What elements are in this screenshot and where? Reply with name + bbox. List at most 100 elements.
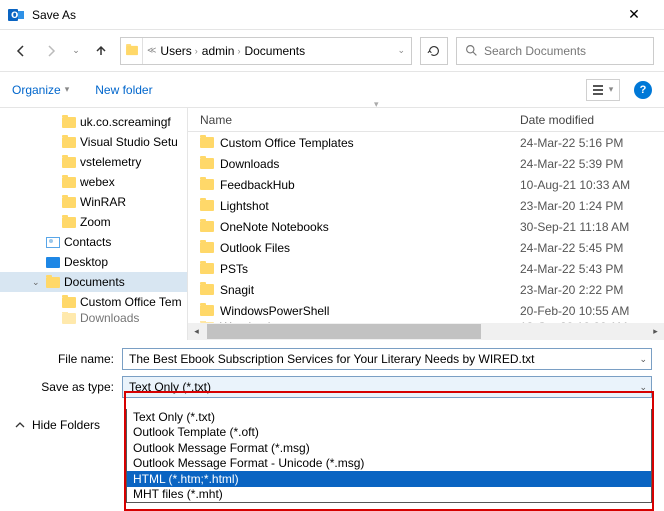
tree-node[interactable]: vstelemetry [0,152,187,172]
file-row[interactable]: Snagit23-Mar-20 2:22 PM [188,279,664,300]
tree-node-label: Desktop [64,255,108,269]
file-name: FeedbackHub [220,178,295,192]
horizontal-scrollbar[interactable]: ◂ ▸ [188,323,664,340]
file-date: 20-Feb-20 10:55 AM [520,304,664,318]
save-type-select[interactable]: Text Only (*.txt) ⌄ [122,376,652,398]
tree-node[interactable]: Custom Office Tem [0,292,187,312]
tree-node-label: Custom Office Tem [80,295,182,309]
folder-icon [46,277,60,288]
address-dropdown-icon[interactable]: ⌄ [391,45,411,56]
tree-node-label: Documents [64,275,125,289]
new-folder-button[interactable]: New folder [95,83,152,97]
breadcrumb-item[interactable]: admin› [202,44,241,58]
file-row[interactable]: Wondershare 13-Oct-20 10:00 AM [188,321,664,323]
folder-icon [121,38,143,64]
folder-icon [62,137,76,148]
save-form: File name: The Best Ebook Subscription S… [0,340,664,410]
tree-node[interactable]: Desktop [0,252,187,272]
chevron-right-icon[interactable]: ≪ [147,45,156,56]
folder-icon [200,179,214,190]
chevron-up-icon [14,419,26,431]
file-row[interactable]: Custom Office Templates24-Mar-22 5:16 PM [188,132,664,153]
up-button[interactable] [90,40,112,62]
tree-node[interactable]: Downloads [0,312,187,324]
file-name: WindowsPowerShell [220,304,329,318]
folder-icon [200,221,214,232]
recent-dropdown-icon[interactable]: ⌄ [70,40,82,62]
folder-icon [62,297,76,308]
folder-icon [62,197,76,208]
tree-node[interactable]: uk.co.screamingf [0,112,187,132]
tree-node[interactable]: WinRAR [0,192,187,212]
dropdown-option[interactable]: MHT files (*.mht) [127,487,651,503]
file-date: 24-Mar-22 5:43 PM [520,262,664,276]
file-row[interactable]: FeedbackHub 10-Aug-21 10:33 AM [188,174,664,195]
file-date: 10-Aug-21 10:33 AM [520,178,664,192]
file-name: Lightshot [220,199,269,213]
refresh-button[interactable] [420,37,448,65]
folder-icon [200,305,214,316]
address-bar[interactable]: ≪ Users› admin› Documents ⌄ [120,37,412,65]
folder-icon [62,117,76,128]
dropdown-option[interactable]: Outlook Message Format - Unicode (*.msg) [127,456,651,472]
tree-node[interactable]: Zoom [0,212,187,232]
file-list: Name Date modified Custom Office Templat… [188,108,664,340]
tree-node[interactable]: Contacts [0,232,187,252]
file-name: Downloads [220,157,279,171]
file-row[interactable]: Downloads 24-Mar-22 5:39 PM [188,153,664,174]
file-row[interactable]: Outlook Files24-Mar-22 5:45 PM [188,237,664,258]
chevron-down-icon[interactable]: ⌄ [639,382,647,393]
file-date: 24-Mar-22 5:39 PM [520,157,664,171]
hide-folders-button[interactable]: Hide Folders [14,418,100,432]
file-name: Custom Office Templates [220,136,354,150]
folder-icon [200,200,214,211]
back-button[interactable] [10,40,32,62]
file-date: 24-Mar-22 5:45 PM [520,241,664,255]
file-name: Snagit [220,283,254,297]
organize-menu[interactable]: Organize ▾ [12,83,69,97]
file-row[interactable]: OneNote Notebooks30-Sep-21 11:18 AM [188,216,664,237]
column-date[interactable]: Date modified [520,113,664,127]
expand-icon[interactable]: ⌄ [32,277,42,288]
file-row[interactable]: Lightshot23-Mar-20 1:24 PM [188,195,664,216]
file-row[interactable]: PSTs 24-Mar-22 5:43 PM [188,258,664,279]
dropdown-option[interactable]: Outlook Template (*.oft) [127,425,651,441]
tree-node-label: uk.co.screamingf [80,115,171,129]
forward-button[interactable] [40,40,62,62]
folder-icon [200,158,214,169]
file-row[interactable]: WindowsPowerShell 20-Feb-20 10:55 AM [188,300,664,321]
folder-icon [62,177,76,188]
search-icon [465,44,478,57]
chevron-down-icon[interactable]: ⌄ [639,354,647,365]
dropdown-option[interactable]: HTML (*.htm;*.html) [127,471,651,487]
scrollbar-thumb[interactable] [207,324,481,339]
title-bar: o Save As ✕ [0,0,664,30]
folder-tree[interactable]: uk.co.screamingf Visual Studio Setu vstele… [0,108,188,340]
tree-node[interactable]: Visual Studio Setu [0,132,187,152]
breadcrumb-item[interactable]: Users› [160,44,197,58]
scroll-right-icon[interactable]: ▸ [647,323,664,340]
save-type-label: Save as type: [12,380,122,394]
folder-icon [200,137,214,148]
breadcrumb-item[interactable]: Documents [244,44,305,58]
search-input[interactable]: Search Documents [456,37,654,65]
help-button[interactable]: ? [634,81,652,99]
tree-node-label: vstelemetry [80,155,141,169]
column-name[interactable]: Name [200,113,520,127]
close-button[interactable]: ✕ [612,6,656,23]
save-type-dropdown[interactable]: Text Only (*.txt)Outlook Template (*.oft… [126,409,652,503]
view-options-button[interactable]: ▾ [586,79,620,101]
file-date: 13-Oct-20 10:00 AM [520,321,664,323]
search-placeholder: Search Documents [484,44,586,58]
file-name: Wondershare [220,321,292,323]
column-headers[interactable]: Name Date modified [188,108,664,132]
dropdown-option[interactable]: Outlook Message Format (*.msg) [127,440,651,456]
file-name-input[interactable]: The Best Ebook Subscription Services for… [122,348,652,370]
tree-node-label: webex [80,175,115,189]
tree-node-label: Contacts [64,235,111,249]
tree-node[interactable]: ⌄ Documents [0,272,187,292]
file-name: PSTs [220,262,248,276]
dropdown-option[interactable]: Text Only (*.txt) [127,409,651,425]
scroll-left-icon[interactable]: ◂ [188,323,205,340]
tree-node[interactable]: webex [0,172,187,192]
